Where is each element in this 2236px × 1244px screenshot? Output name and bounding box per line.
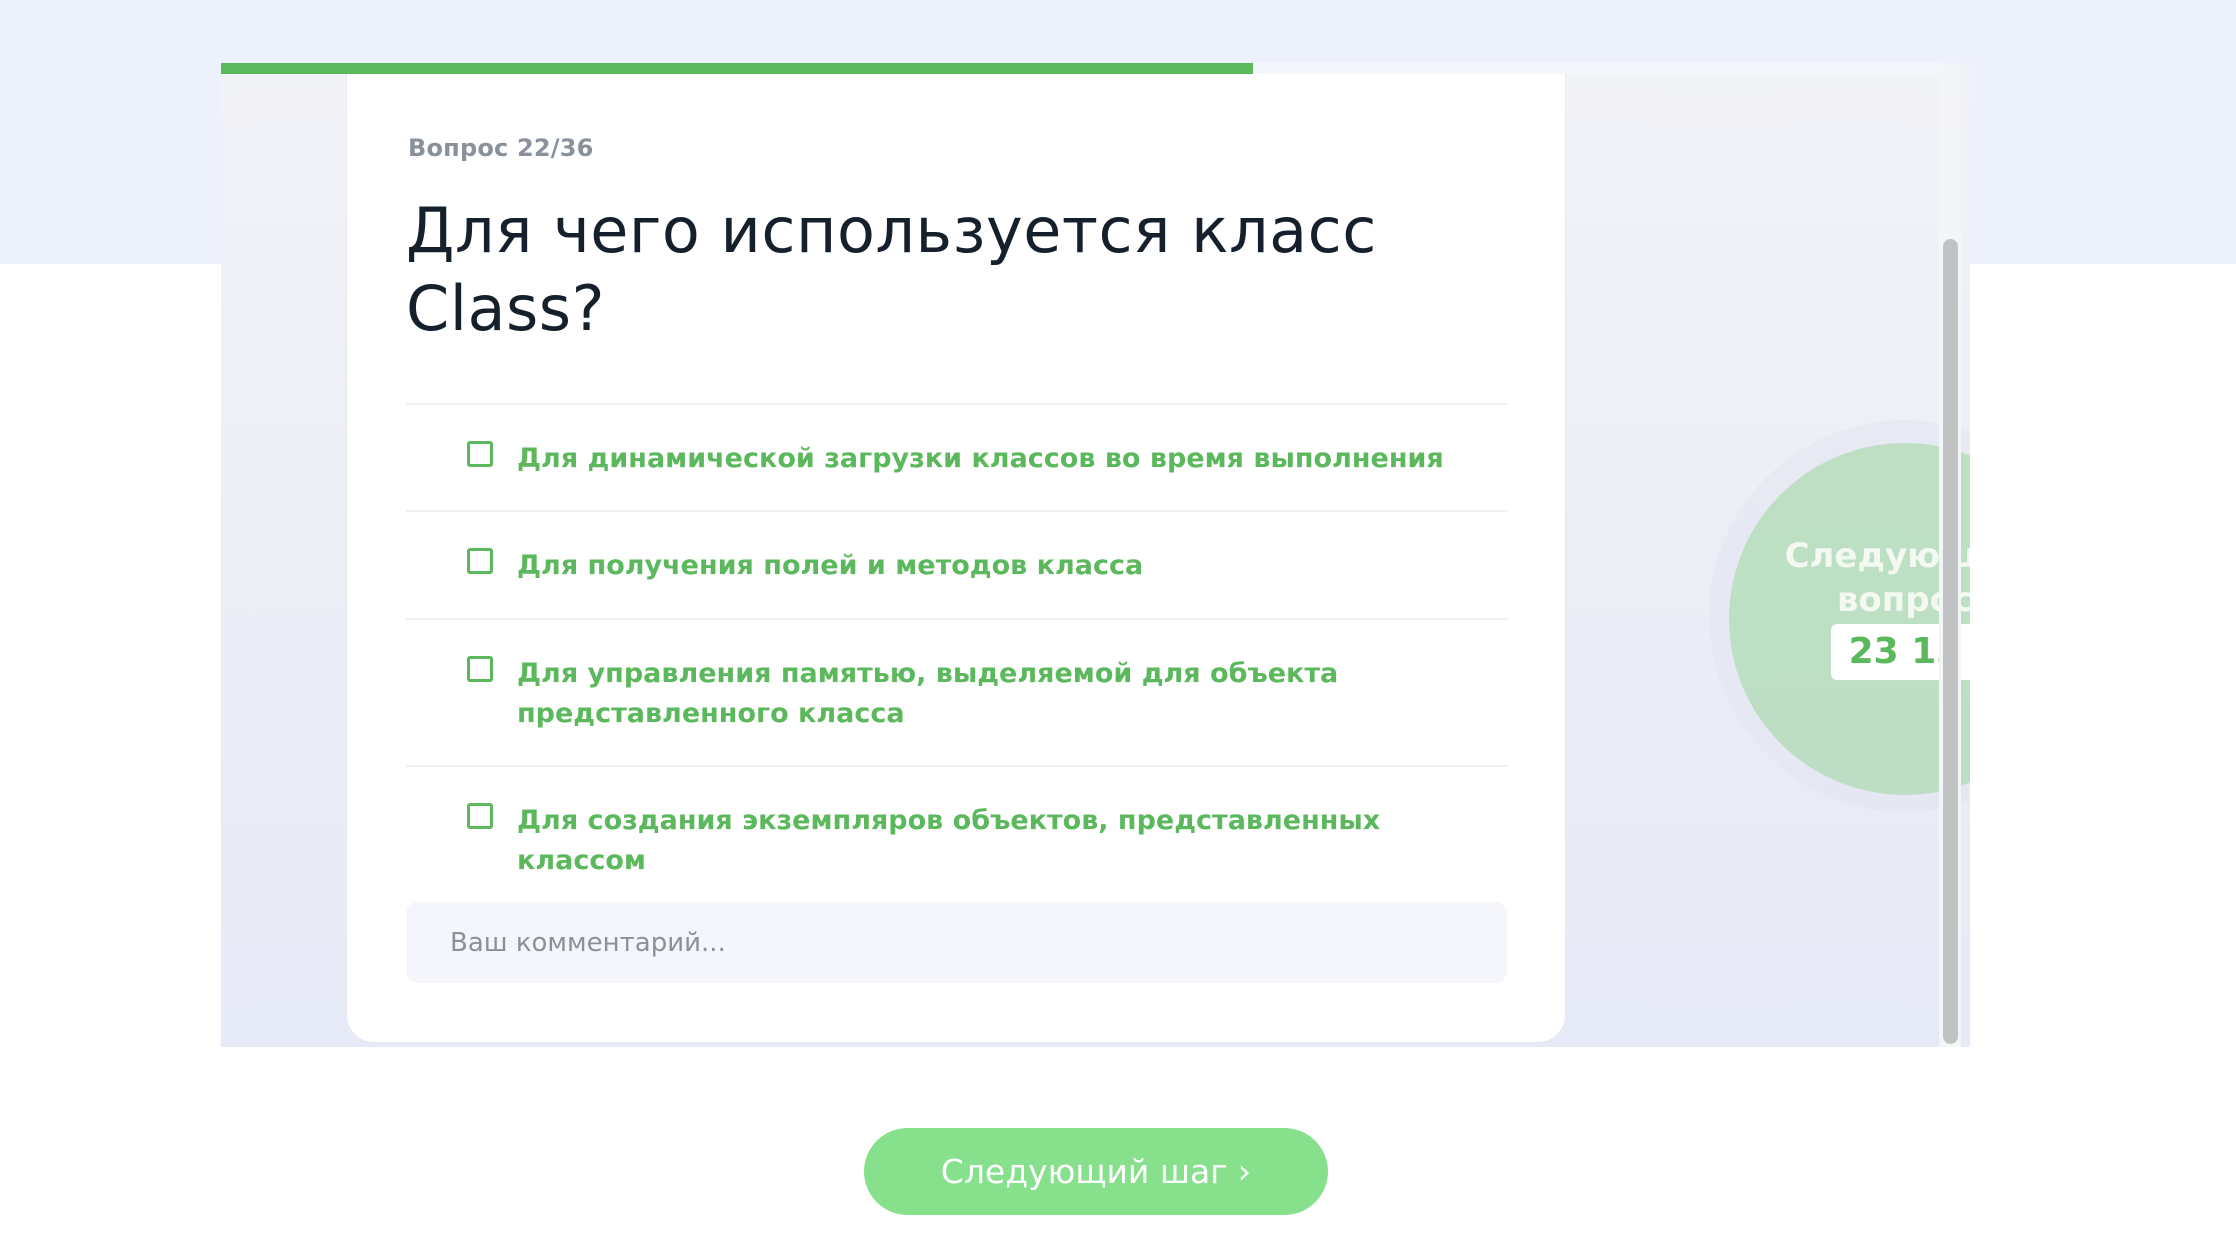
progress-bar — [221, 63, 1941, 74]
answer-list: Для динамической загрузки классов во вре… — [406, 403, 1507, 890]
quiz-frame: Вопрос 22/36 Для чего используется класс… — [221, 63, 1970, 1047]
answer-label: Для получения полей и методов класса — [517, 550, 1144, 581]
answer-option[interactable]: Для управления памятью, выделяемой для о… — [406, 618, 1507, 765]
checkbox[interactable] — [467, 656, 493, 682]
comment-input[interactable] — [406, 902, 1507, 983]
checkbox[interactable] — [467, 803, 493, 829]
answer-option[interactable]: Для получения полей и методов класса — [406, 510, 1507, 618]
next-step-label: Следующий шаг — [940, 1152, 1228, 1191]
checkbox[interactable] — [467, 548, 493, 574]
next-step-button[interactable]: Следующий шаг › — [864, 1128, 1328, 1215]
question-card: Вопрос 22/36 Для чего используется класс… — [346, 74, 1566, 1043]
progress-bar-fill — [221, 63, 1253, 74]
checkbox[interactable] — [467, 441, 493, 467]
chevron-right-icon: › — [1237, 1151, 1252, 1192]
answer-label: Для создания экземпляров объектов, предс… — [517, 805, 1381, 876]
answer-label: Для динамической загрузки классов во вре… — [517, 443, 1444, 474]
answer-option[interactable]: Для динамической загрузки классов во вре… — [406, 403, 1507, 510]
question-title: Для чего используется класс Class? — [406, 194, 1377, 345]
question-counter: Вопрос 22/36 — [408, 134, 594, 162]
answer-label: Для управления памятью, выделяемой для о… — [517, 658, 1339, 729]
scrollbar[interactable] — [1939, 63, 1961, 1047]
answer-option[interactable]: Для создания экземпляров объектов, предс… — [406, 765, 1507, 890]
scrollbar-thumb[interactable] — [1943, 239, 1958, 1044]
